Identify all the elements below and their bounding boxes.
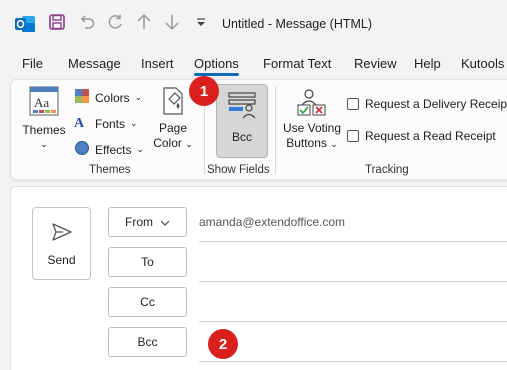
effects-icon <box>74 140 90 159</box>
redo-icon[interactable] <box>106 13 124 31</box>
ribbon-tabs: File Message Insert Options Format Text … <box>0 52 507 76</box>
bcc-label: Bcc <box>231 130 252 144</box>
save-icon[interactable] <box>48 13 66 31</box>
undo-icon[interactable] <box>78 13 96 31</box>
arrow-down-icon[interactable] <box>164 13 180 31</box>
colors-icon <box>74 88 90 107</box>
fonts-button[interactable]: A Fonts ⌄ <box>74 114 138 133</box>
tab-file[interactable]: File <box>22 56 43 71</box>
bcc-field-button[interactable]: Bcc <box>108 327 187 357</box>
from-label: From <box>125 215 153 229</box>
to-button[interactable]: To <box>108 247 187 277</box>
chevron-down-icon: ⌄ <box>130 118 138 128</box>
page-color-label-line2: Color ⌄ <box>153 136 193 150</box>
group-separator <box>275 86 276 174</box>
send-icon <box>51 222 73 245</box>
chevron-down-icon <box>160 215 170 229</box>
field-divider <box>199 241 507 242</box>
window-title: Untitled - Message (HTML) <box>222 17 373 31</box>
chevron-down-icon: ⌄ <box>134 92 143 102</box>
chevron-down-icon: ⌄ <box>185 139 193 149</box>
page-color-label-line1: Page <box>158 121 188 135</box>
from-button[interactable]: From <box>108 207 187 237</box>
tracking-group-label: Tracking <box>365 164 409 176</box>
compose-area: Send From amanda@extendoffice.com To Cc … <box>10 186 507 370</box>
field-divider <box>199 361 507 362</box>
title-bar: Untitled - Message (HTML) <box>0 0 507 48</box>
send-label: Send <box>47 253 76 267</box>
tab-help[interactable]: Help <box>414 56 441 71</box>
field-divider <box>199 321 507 322</box>
themes-icon: Aa <box>29 86 59 119</box>
tab-options[interactable]: Options <box>194 56 239 76</box>
cc-field[interactable] <box>199 288 507 316</box>
checkbox-icon <box>347 98 359 110</box>
use-voting-buttons-button[interactable]: Use Voting Buttons ⌄ <box>281 88 343 152</box>
from-field: amanda@extendoffice.com <box>199 208 507 236</box>
tab-review[interactable]: Review <box>354 56 397 71</box>
bcc-field[interactable] <box>199 328 507 356</box>
tab-format-text[interactable]: Format Text <box>263 56 331 71</box>
outlook-app-icon[interactable] <box>14 13 36 35</box>
voting-label-line1: Use Voting <box>282 121 342 135</box>
read-receipt-label: Request a Read Receipt <box>365 129 496 143</box>
field-divider <box>199 281 507 282</box>
page-color-icon <box>160 86 186 119</box>
colors-label: Colors <box>95 90 130 105</box>
fonts-label: Fonts <box>95 116 126 131</box>
send-button[interactable]: Send <box>32 207 91 280</box>
show-fields-group-label: Show Fields <box>207 164 270 176</box>
fonts-icon: A <box>74 114 90 133</box>
tab-kutools[interactable]: Kutools <box>461 56 504 71</box>
svg-text:Aa: Aa <box>34 95 49 110</box>
bcc-button[interactable]: Bcc <box>216 84 268 158</box>
cc-label: Cc <box>140 295 155 309</box>
voting-label-line2: Buttons ⌄ <box>286 136 338 150</box>
from-value: amanda@extendoffice.com <box>199 215 346 229</box>
delivery-receipt-checkbox[interactable]: Request a Delivery Receipt <box>347 97 507 111</box>
cc-button[interactable]: Cc <box>108 287 187 317</box>
themes-label: Themes <box>22 123 66 137</box>
chevron-down-icon: ⌄ <box>136 144 145 154</box>
tab-message[interactable]: Message <box>68 56 121 71</box>
read-receipt-checkbox[interactable]: Request a Read Receipt <box>347 129 496 143</box>
tab-insert[interactable]: Insert <box>141 56 174 71</box>
themes-button[interactable]: Aa Themes ⌄ <box>19 86 69 150</box>
step-badge-2: 2 <box>208 329 238 359</box>
bcc-icon <box>227 91 257 122</box>
effects-label: Effects <box>95 142 132 157</box>
step-badge-1: 1 <box>189 76 219 106</box>
bcc-field-label: Bcc <box>137 335 158 349</box>
arrow-up-icon[interactable] <box>136 13 152 31</box>
to-label: To <box>141 255 154 269</box>
to-field[interactable] <box>199 248 507 276</box>
effects-button[interactable]: Effects ⌄ <box>74 140 144 159</box>
themes-group-label: Themes <box>89 164 131 176</box>
checkbox-icon <box>347 130 359 142</box>
chevron-down-icon: ⌄ <box>330 139 338 149</box>
delivery-receipt-label: Request a Delivery Receipt <box>365 97 507 111</box>
voting-icon <box>297 88 327 119</box>
svg-text:A: A <box>74 116 85 130</box>
customize-qat-icon[interactable] <box>194 13 208 31</box>
ribbon: Aa Themes ⌄ Colors ⌄ A Fonts ⌄ Effects ⌄… <box>10 79 507 180</box>
colors-button[interactable]: Colors ⌄ <box>74 88 142 107</box>
chevron-down-icon: ⌄ <box>40 139 48 149</box>
